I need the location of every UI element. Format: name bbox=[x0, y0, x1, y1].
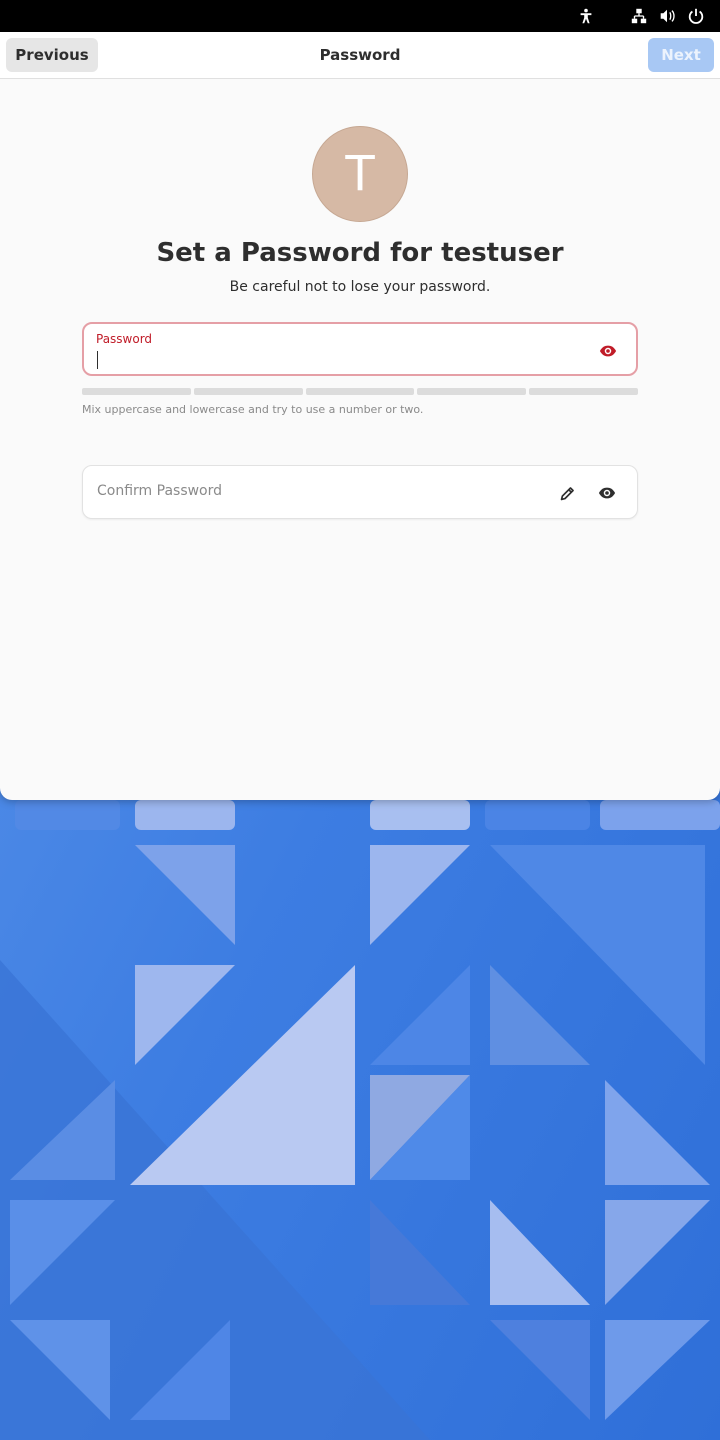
next-button[interactable]: Next bbox=[648, 38, 714, 72]
volume-icon[interactable] bbox=[657, 6, 677, 26]
user-avatar[interactable]: T bbox=[312, 126, 408, 222]
previous-button[interactable]: Previous bbox=[6, 38, 98, 72]
accessibility-icon[interactable] bbox=[576, 6, 596, 26]
show-confirm-password-eye-icon[interactable] bbox=[597, 483, 617, 503]
strength-segment bbox=[529, 388, 638, 395]
power-icon[interactable] bbox=[686, 6, 706, 26]
strength-segment bbox=[305, 388, 415, 395]
pencil-edit-icon bbox=[557, 483, 577, 503]
strength-segment bbox=[193, 388, 303, 395]
page-heading: Set a Password for testuser bbox=[156, 238, 564, 268]
header-bar: Previous Password Next bbox=[0, 32, 720, 79]
setup-window: Previous Password Next T Set a Password … bbox=[0, 32, 720, 800]
avatar-initial: T bbox=[345, 146, 375, 202]
show-password-eye-icon[interactable] bbox=[598, 341, 618, 361]
password-hint: Mix uppercase and lowercase and try to u… bbox=[82, 403, 424, 416]
system-top-bar bbox=[0, 0, 720, 32]
strength-segment bbox=[417, 388, 527, 395]
password-field-label: Password bbox=[96, 332, 153, 346]
network-icon[interactable] bbox=[629, 6, 649, 26]
password-input[interactable]: Password bbox=[82, 322, 638, 376]
confirm-password-placeholder: Confirm Password bbox=[97, 483, 223, 499]
text-cursor bbox=[97, 351, 98, 369]
page-subtitle: Be careful not to lose your password. bbox=[229, 279, 491, 295]
strength-segment bbox=[82, 388, 191, 395]
confirm-password-input[interactable]: Confirm Password bbox=[82, 465, 638, 519]
password-strength-bar bbox=[82, 388, 638, 395]
page-title: Password bbox=[319, 46, 401, 64]
